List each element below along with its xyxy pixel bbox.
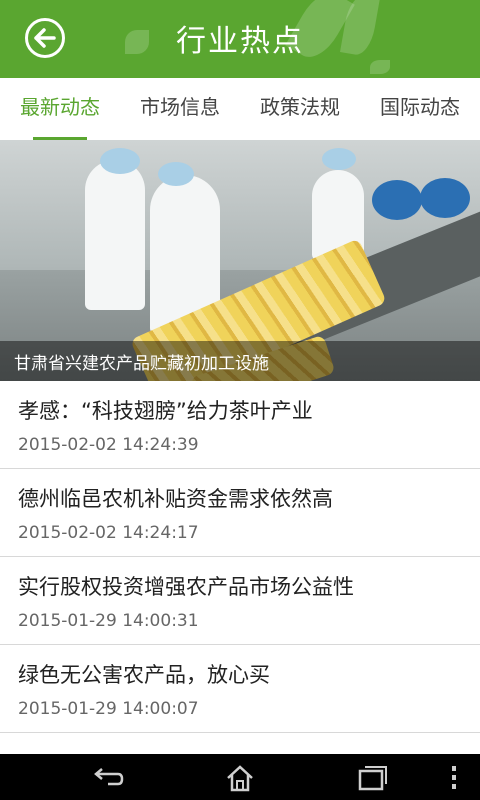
nav-recent-button[interactable] (352, 762, 392, 794)
tab-market[interactable]: 市场信息 (120, 78, 240, 140)
banner-caption: 甘肃省兴建农产品贮藏初加工设施 (14, 354, 269, 374)
news-title: 绿色无公害农产品，放心买 (18, 663, 270, 687)
home-icon (227, 765, 253, 792)
app-header: 行业热点 (0, 0, 480, 78)
recent-apps-icon (358, 766, 387, 791)
nav-menu-button[interactable] (436, 762, 472, 794)
news-title: 德州临邑农机补贴资金需求依然高 (18, 487, 333, 511)
list-item[interactable]: 绿色无公害农产品，放心买 2015-01-29 14:00:07 (0, 645, 480, 733)
category-tabs: 最新动态 市场信息 政策法规 国际动态 (0, 78, 480, 141)
header-leaf-decoration (370, 60, 390, 74)
featured-banner[interactable]: 甘肃省兴建农产品贮藏初加工设施 (0, 140, 480, 381)
news-title: 实行股权投资增强农产品市场公益性 (18, 575, 354, 599)
news-date: 2015-01-29 14:00:07 (18, 699, 199, 719)
list-item[interactable]: 孝感：“科技翅膀”给力茶叶产业 2015-02-02 14:24:39 (0, 381, 480, 469)
list-item[interactable]: 实行股权投资增强农产品市场公益性 2015-01-29 14:00:31 (0, 557, 480, 645)
news-title: 孝感：“科技翅膀”给力茶叶产业 (18, 399, 313, 423)
news-date: 2015-02-02 14:24:17 (18, 523, 199, 543)
nav-back-button[interactable] (88, 762, 128, 794)
system-nav-bar (0, 754, 480, 800)
nav-home-button[interactable] (220, 762, 260, 794)
banner-caption-bar: 甘肃省兴建农产品贮藏初加工设施 (0, 341, 480, 381)
tab-policy[interactable]: 政策法规 (240, 78, 360, 140)
list-item[interactable]: 德州临邑农机补贴资金需求依然高 2015-02-02 14:24:17 (0, 469, 480, 557)
news-date: 2015-01-29 14:00:31 (18, 611, 199, 631)
news-date: 2015-02-02 14:24:39 (18, 435, 199, 455)
tab-international[interactable]: 国际动态 (360, 78, 480, 140)
tab-latest[interactable]: 最新动态 (0, 78, 120, 140)
back-icon (94, 768, 124, 786)
menu-icon (452, 766, 456, 789)
page-title: 行业热点 (176, 24, 304, 59)
